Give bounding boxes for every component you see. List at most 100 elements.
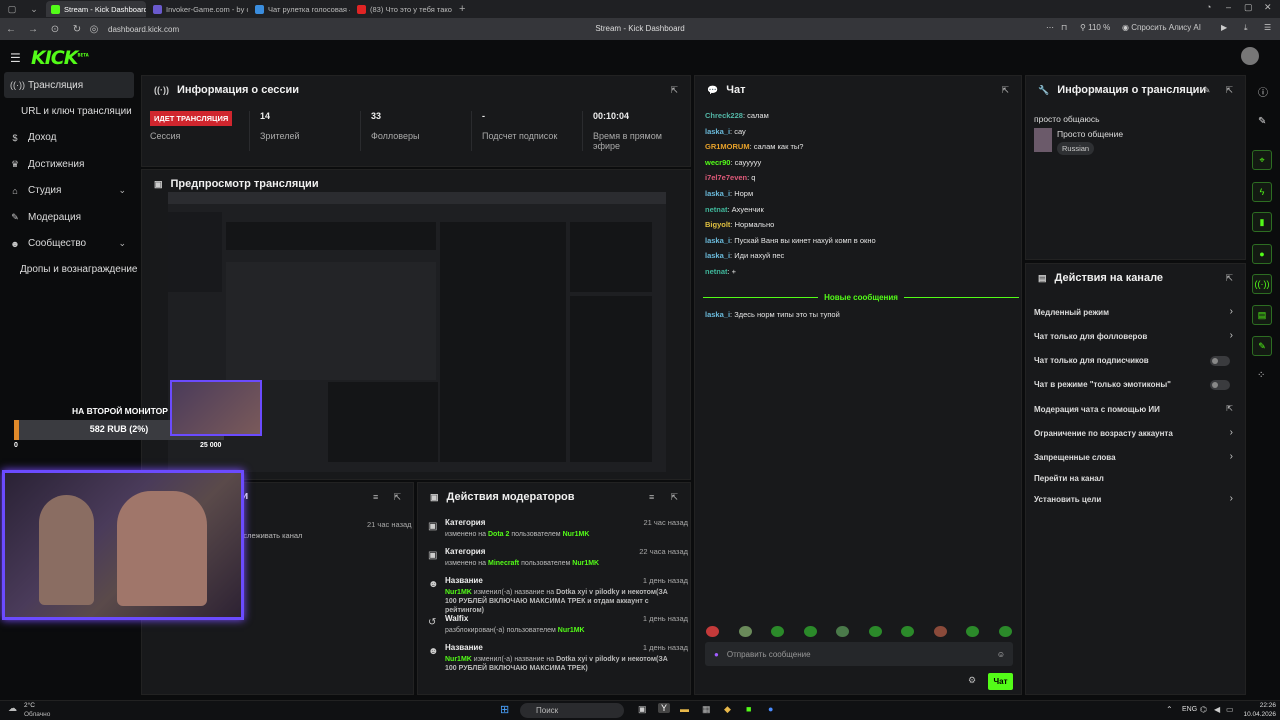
emote-icon[interactable] <box>771 626 785 637</box>
chat-message-input[interactable]: ● Отправить сообщение ☺ <box>705 642 1013 666</box>
rail-nodes-icon[interactable]: ⁘ <box>1257 370 1265 381</box>
microphone-icon[interactable]: ● <box>714 650 719 659</box>
user-avatar[interactable] <box>1241 47 1259 65</box>
browser-tab-1[interactable]: Invoker-Game.com - by co <box>148 1 248 17</box>
external-link-icon[interactable]: ⇱ <box>1226 404 1233 413</box>
sidebar-item-studio[interactable]: ⌂ Студия ⌄ <box>0 178 138 204</box>
sidebar-item-achievements[interactable]: ♛ Достижения <box>0 151 138 177</box>
emote-icon[interactable] <box>966 626 980 637</box>
weather-icon[interactable]: ☁ <box>8 703 17 714</box>
network-icon[interactable]: ⌬ <box>1200 705 1207 714</box>
browser-menu-icon[interactable]: ▢ <box>2 2 22 16</box>
rail-document-icon[interactable]: ▮ <box>1252 212 1272 232</box>
more-icon[interactable]: ⋯ <box>1046 23 1054 32</box>
taskbar-search[interactable]: Поиск <box>520 703 624 718</box>
sidebar-item-income[interactable]: $ Доход <box>0 125 138 151</box>
chat-username[interactable]: laska_i <box>705 236 730 245</box>
alice-button[interactable]: ◉ Спросить Алису AI <box>1122 23 1201 32</box>
sidebar-item-broadcast[interactable]: ((·)) Трансляция <box>4 72 134 99</box>
action-set-goals[interactable]: Установить цели <box>1034 495 1234 504</box>
action-slow-mode[interactable]: Медленный режим <box>1034 308 1234 317</box>
sidebar-item-drops[interactable]: Дропы и вознаграждение <box>0 257 138 283</box>
rail-list-icon[interactable]: ▤ <box>1252 305 1272 325</box>
popout-icon[interactable]: ⇱ <box>1001 85 1009 96</box>
action-account-age[interactable]: Ограничение по возрасту аккаунта <box>1034 429 1234 438</box>
popout-icon[interactable]: ⇱ <box>1225 85 1233 96</box>
volume-icon[interactable]: ◀ <box>1214 705 1220 714</box>
subscribers-only-toggle[interactable] <box>1210 356 1230 366</box>
browser-tab-2[interactable]: Чат рулетка голосовая – <box>250 1 350 17</box>
downloads-icon[interactable]: ⤓ <box>1244 23 1248 33</box>
minimize-icon[interactable]: – <box>1226 2 1231 12</box>
file-explorer-icon[interactable]: ▬ <box>680 704 689 714</box>
app-icon[interactable]: ■ <box>746 704 751 714</box>
close-window-icon[interactable]: ✕ <box>1264 2 1272 13</box>
emote-icon[interactable] <box>933 626 947 637</box>
action-followers-only[interactable]: Чат только для фолловеров <box>1034 332 1234 341</box>
app-icon[interactable]: ◆ <box>724 704 731 715</box>
chat-username[interactable]: i7el7e7even <box>705 173 747 182</box>
new-tab-button[interactable]: + <box>454 3 470 15</box>
discord-icon[interactable]: ● <box>768 704 773 714</box>
chat-username[interactable]: wecr90 <box>705 158 730 167</box>
reload-icon[interactable]: ↻ <box>66 24 88 35</box>
action-subscribers-only[interactable]: Чат только для подписчиков <box>1034 356 1234 365</box>
chat-settings-icon[interactable]: ⚙ <box>968 675 976 686</box>
browser-tab-0[interactable]: Stream - Kick Dashboard ✕ <box>46 1 146 17</box>
filter-icon[interactable]: ≡ <box>649 492 654 502</box>
chat-username[interactable]: laska_i <box>705 310 730 319</box>
app-icon[interactable]: ▦ <box>702 704 711 715</box>
language-indicator[interactable]: ENG <box>1182 706 1197 713</box>
bookmark-icon[interactable]: ⊓ <box>1061 23 1067 32</box>
action-emote-only[interactable]: Чат в режиме "только эмотиконы" <box>1034 380 1234 389</box>
chat-username[interactable]: laska_i <box>705 127 730 136</box>
popout-icon[interactable]: ⇱ <box>393 492 401 503</box>
yandex-browser-icon[interactable]: Y <box>658 703 671 713</box>
rail-lightning-icon[interactable]: ϟ <box>1252 182 1272 202</box>
clock-date[interactable]: 10.04.2026 <box>1238 711 1276 718</box>
browser-menu-button[interactable]: ☰ <box>1264 23 1271 32</box>
emote-icon[interactable] <box>901 626 915 637</box>
emoji-icon[interactable]: ☺ <box>997 650 1005 659</box>
hamburger-menu-icon[interactable]: ☰ <box>10 51 21 65</box>
zoom-indicator[interactable]: ⚲ 110 % <box>1080 23 1110 32</box>
action-go-to-channel[interactable]: Перейти на канал <box>1034 474 1234 483</box>
popout-icon[interactable]: ⇱ <box>1225 273 1233 284</box>
chat-send-button[interactable]: Чат <box>988 673 1013 690</box>
chat-username[interactable]: netnat <box>705 205 728 214</box>
forward-icon[interactable]: → <box>22 24 44 35</box>
popout-icon[interactable]: ⇱ <box>670 85 678 96</box>
emote-icon[interactable] <box>803 626 817 637</box>
chevron-right-icon[interactable]: › <box>1230 427 1233 438</box>
sidebar-item-url-key[interactable]: URL и ключ трансляции <box>0 98 138 124</box>
task-view-icon[interactable]: ▣ <box>638 704 647 715</box>
info-icon[interactable]: ⓘ <box>1258 84 1268 99</box>
windows-start-icon[interactable]: ⊞ <box>500 703 509 716</box>
popout-icon[interactable]: ⇱ <box>670 492 678 503</box>
chat-username[interactable]: GR1MORUM <box>705 142 750 151</box>
emote-icon[interactable] <box>836 626 850 637</box>
edit-icon[interactable]: ✎ <box>1258 116 1266 127</box>
emote-icon[interactable] <box>706 626 719 637</box>
clock-time[interactable]: 22:26 <box>1242 702 1276 709</box>
chevron-right-icon[interactable]: › <box>1230 493 1233 504</box>
emote-icon[interactable] <box>738 626 752 637</box>
extension-icon[interactable]: ▶ <box>1221 23 1227 32</box>
chat-username[interactable]: Chreck228 <box>705 111 743 120</box>
battery-icon[interactable]: ▭ <box>1226 705 1234 714</box>
emote-icon[interactable] <box>868 626 882 637</box>
kick-logo[interactable]: KICKBETA <box>31 47 89 69</box>
filter-icon[interactable]: ≡ <box>373 492 378 502</box>
action-ai-moderation[interactable]: Модерация чата с помощью ИИ <box>1034 405 1234 414</box>
back-icon[interactable]: ← <box>0 24 22 35</box>
user-icon[interactable]: ◔ <box>1206 2 1211 12</box>
sidebar-item-community[interactable]: ☻ Сообщество ⌄ <box>0 230 138 256</box>
rail-chat-icon[interactable]: ● <box>1252 244 1272 264</box>
chat-username[interactable]: netnat <box>705 267 728 276</box>
tray-chevron-icon[interactable]: ⌃ <box>1166 705 1173 714</box>
rail-crosshair-icon[interactable]: ⌖ <box>1252 150 1272 170</box>
chevron-right-icon[interactable]: › <box>1230 451 1233 462</box>
rail-broadcast-icon[interactable]: ((·)) <box>1252 274 1272 294</box>
chevron-right-icon[interactable]: › <box>1230 306 1233 317</box>
chat-username[interactable]: laska_i <box>705 189 730 198</box>
